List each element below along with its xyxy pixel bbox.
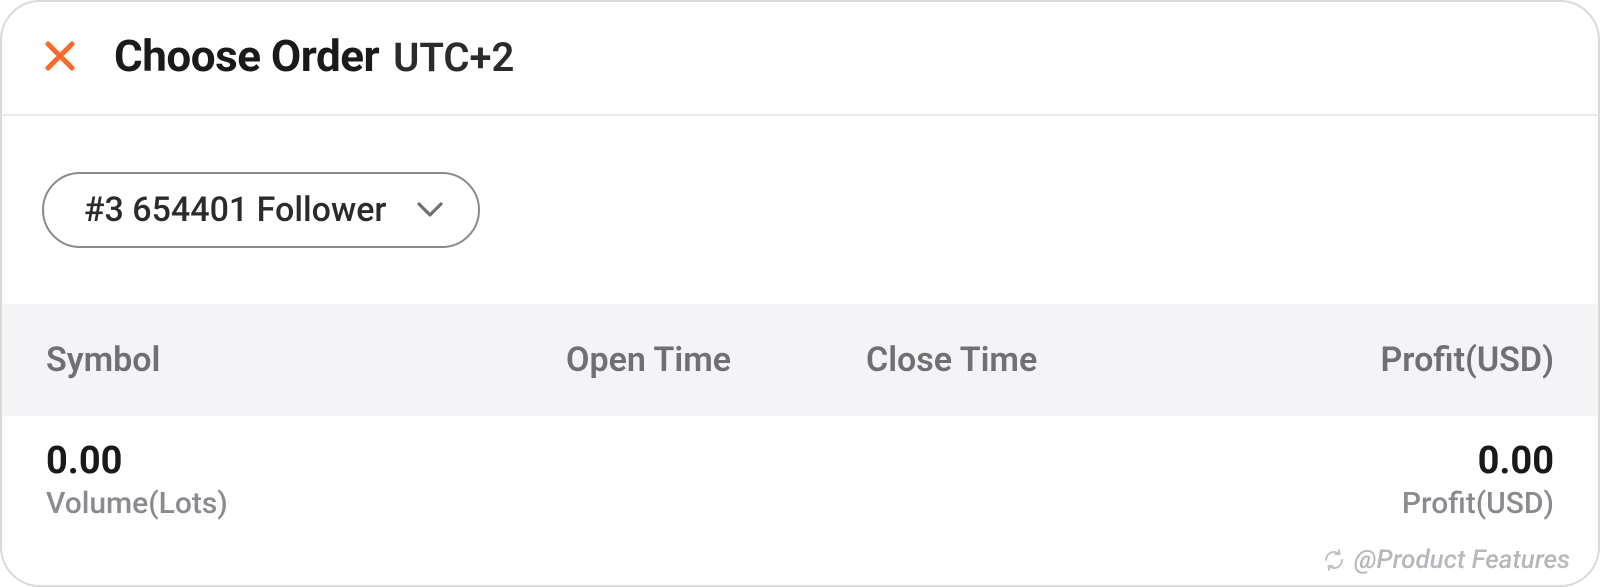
summary-profit-label: Profit(USD) — [800, 486, 1554, 521]
watermark-text: @Product Features — [1354, 545, 1570, 575]
column-header-profit: Profit(USD) — [1186, 340, 1554, 380]
summary-volume-label: Volume(Lots) — [46, 486, 800, 521]
panel-header: Choose Order UTC+2 — [2, 2, 1598, 116]
summary-volume-value: 0.00 — [46, 440, 800, 484]
summary-profit: 0.00 Profit(USD) — [800, 440, 1554, 521]
orders-table-header: Symbol Open Time Close Time Profit(USD) — [2, 304, 1598, 416]
title-main: Choose Order — [114, 30, 379, 82]
title-timezone: UTC+2 — [393, 34, 514, 81]
close-icon[interactable] — [42, 38, 78, 74]
panel-body: #3 654401 Follower Symbol Open Time Clos… — [2, 116, 1598, 521]
summary-profit-value: 0.00 — [800, 440, 1554, 484]
refresh-icon — [1322, 548, 1346, 572]
account-filter-dropdown[interactable]: #3 654401 Follower — [42, 172, 480, 248]
summary-row: 0.00 Volume(Lots) 0.00 Profit(USD) — [2, 416, 1598, 521]
dropdown-selected-label: #3 654401 Follower — [84, 190, 386, 230]
column-header-symbol: Symbol — [46, 340, 566, 380]
column-header-close-time: Close Time — [866, 340, 1186, 380]
panel-title: Choose Order UTC+2 — [114, 30, 514, 82]
summary-volume: 0.00 Volume(Lots) — [46, 440, 800, 521]
watermark: @Product Features — [1322, 545, 1570, 575]
chevron-down-icon — [416, 196, 444, 224]
column-header-open-time: Open Time — [566, 340, 866, 380]
choose-order-panel: Choose Order UTC+2 #3 654401 Follower Sy… — [0, 0, 1600, 587]
